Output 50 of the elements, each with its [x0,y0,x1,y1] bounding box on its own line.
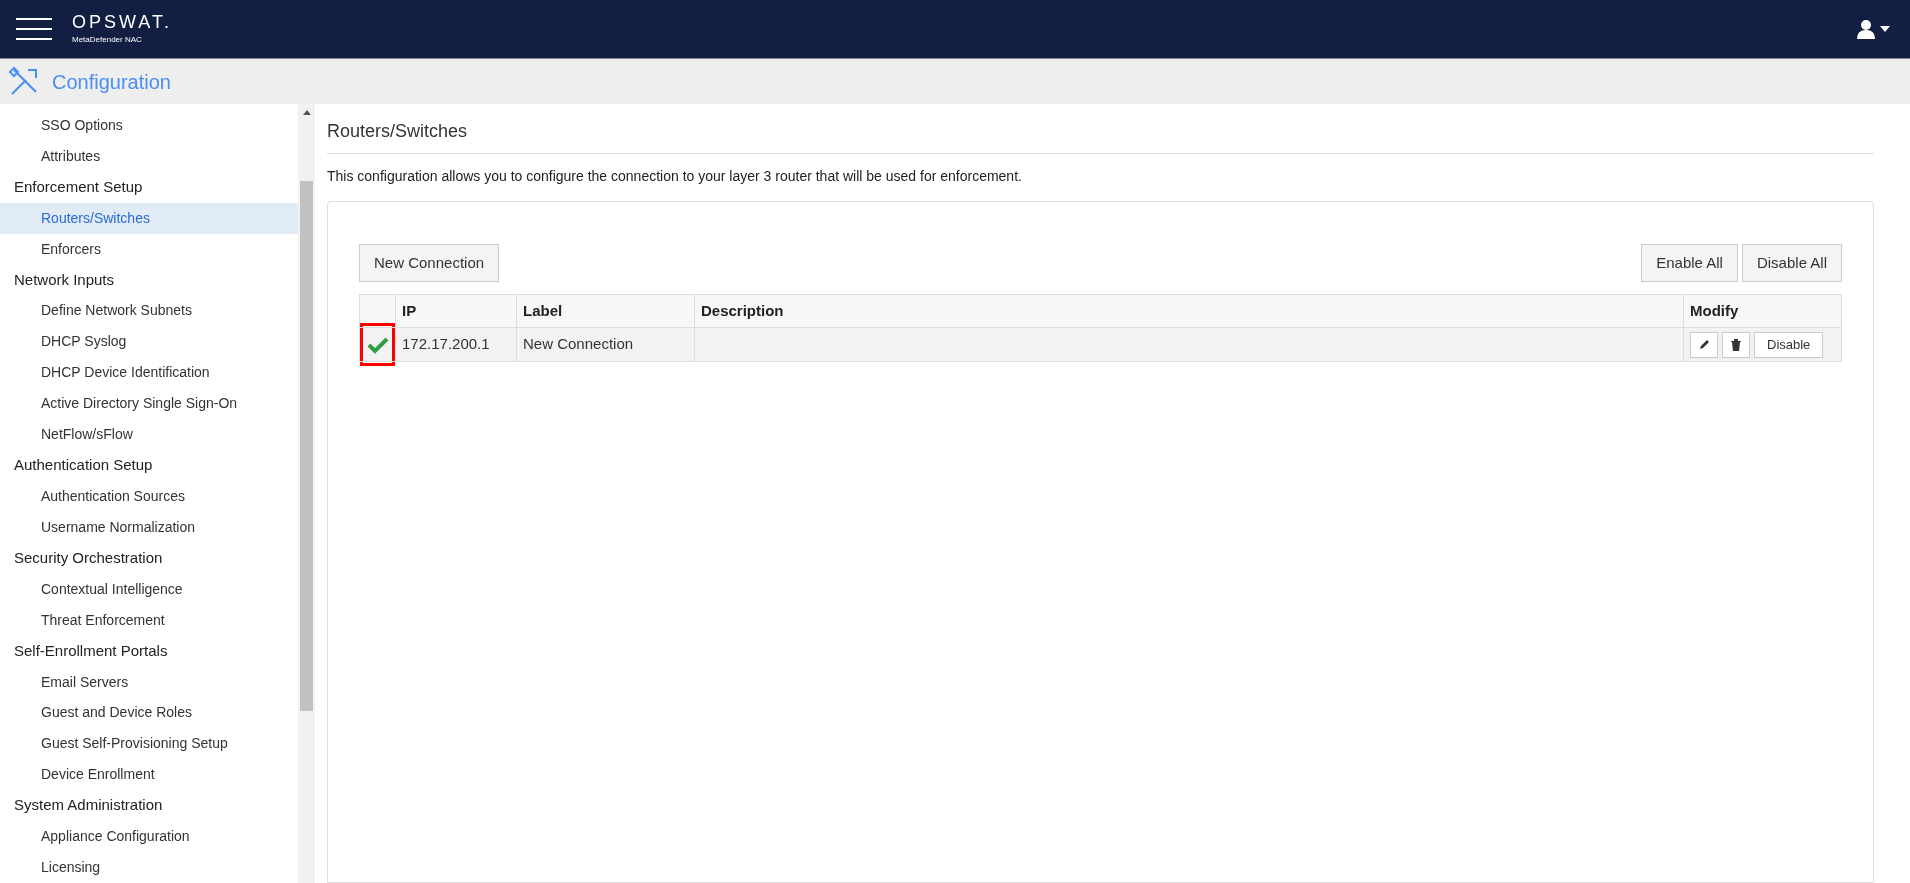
menu-icon[interactable] [16,18,52,40]
product-name: MetaDefender NAC [72,33,143,46]
sidebar-item[interactable]: Licensing [0,852,298,883]
disable-button[interactable]: Disable [1754,331,1824,358]
logo: OPSWAT. [72,12,172,31]
enable-all-button[interactable]: Enable All [1641,244,1738,282]
sidebar-item[interactable]: Define Network Subnets [0,295,298,327]
section-heading: Security Orchestration [13,548,164,569]
disable-all-button[interactable]: Disable All [1741,244,1842,282]
column-header: Modify [1683,294,1842,328]
pencil-icon [1698,339,1710,350]
config-title: Configuration [52,69,171,95]
sidebar-item[interactable]: Email Servers [0,666,298,698]
sidebar-item[interactable]: Guest and Device Roles [0,697,298,729]
sidebar-item[interactable]: Appliance Configuration [0,821,298,853]
table-cell: New Connection [516,327,695,362]
caret-icon [1880,26,1890,32]
section-heading: Enforcement Setup [13,177,144,198]
sidebar-item[interactable]: Device Enrollment [0,759,298,791]
page-description: This configuration allows you to configure the connection to your layer 3 router that will be used for enforcement. [327,167,1023,186]
sidebar-item[interactable]: Authentication Sources [0,481,298,512]
new-connection-button[interactable]: New Connection [359,244,500,282]
user-icon [1856,19,1876,39]
sidebar-item[interactable]: DHCP Device Identification [0,357,298,389]
section-heading: Authentication Setup [13,455,154,476]
sidebar-item[interactable]: Enforcers [0,233,298,265]
scrollbar-thumb[interactable] [300,181,313,711]
column-header: Description [694,294,1684,328]
sidebar-item[interactable]: NetFlow/sFlow [0,419,298,451]
column-header: Label [516,294,695,328]
trash-icon [1731,338,1741,351]
section-heading: Self-Enrollment Portals [13,640,169,661]
sidebar-item[interactable]: Username Normalization [0,512,298,543]
sidebar-item[interactable]: Attributes [0,140,298,172]
sidebar-item[interactable]: DHCP Syslog [0,326,298,358]
sidebar-item[interactable]: Active Directory Single Sign-On [0,388,298,420]
page-title: Routers/Switches [327,118,1874,154]
edit-button[interactable] [1690,331,1718,358]
sidebar-item[interactable]: Threat Enforcement [0,604,298,636]
sidebar-item[interactable]: SSO Options [0,110,298,141]
user-menu-button[interactable] [1856,19,1890,39]
section-heading: System Administration [13,795,164,816]
column-header: IP [395,294,517,328]
delete-button[interactable] [1722,331,1750,358]
table-cell: 172.17.200.1 [395,327,517,362]
sidebar-item[interactable]: Routers/Switches [0,202,298,234]
section-heading: Network Inputs [13,269,116,290]
sidebar-item[interactable]: Contextual Intelligence [0,573,298,605]
scroll-up-icon [302,110,311,115]
sidebar-item[interactable]: Guest Self-Provisioning Setup [0,728,298,760]
